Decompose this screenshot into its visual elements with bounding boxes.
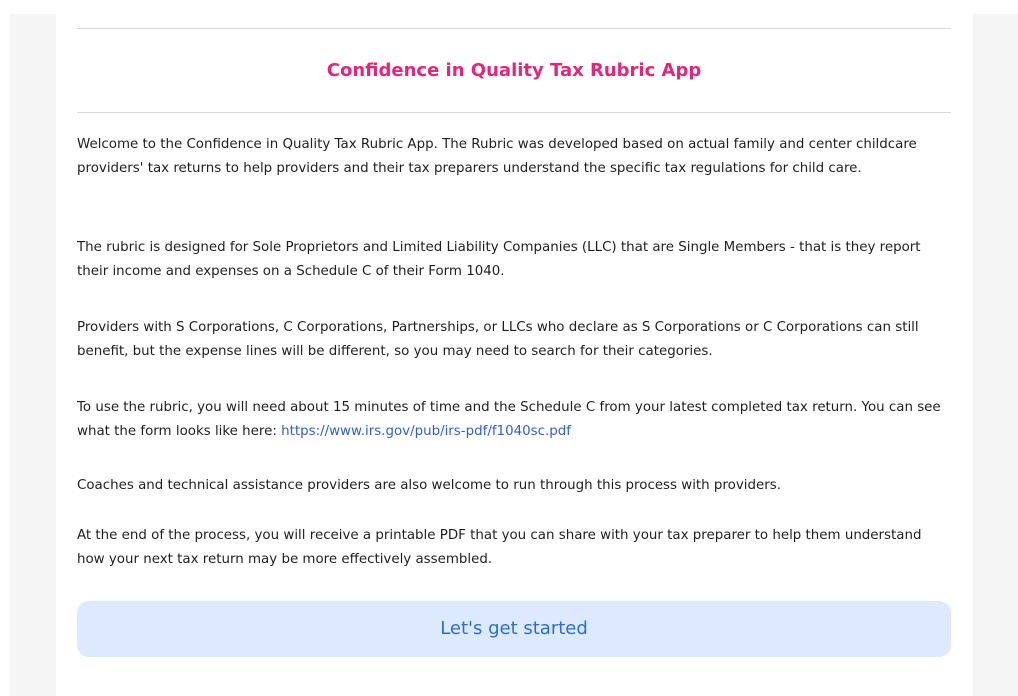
schedule-c-form-link[interactable]: https://www.irs.gov/pub/irs-pdf/f1040sc.… — [281, 424, 571, 439]
intro-paragraph-corporations: Providers with S Corporations, C Corpora… — [77, 320, 919, 359]
top-divider — [77, 28, 951, 29]
intro-paragraph-eligibility: The rubric is designed for Sole Propriet… — [77, 240, 921, 279]
left-gutter — [10, 14, 56, 696]
intro-paragraph-requirements: To use the rubric, you will need about 1… — [77, 396, 951, 444]
title-divider — [77, 112, 951, 113]
intro-paragraph-pdf: At the end of the process, you will rece… — [77, 528, 922, 567]
get-started-button[interactable]: Let's get started — [77, 601, 951, 657]
main-content: Confidence in Quality Tax Rubric App Wel… — [77, 0, 951, 696]
right-gutter — [973, 14, 1018, 696]
page-title: Confidence in Quality Tax Rubric App — [326, 60, 702, 81]
intro-paragraph-coaches: Coaches and technical assistance provide… — [77, 478, 781, 493]
intro-paragraph-welcome: Welcome to the Confidence in Quality Tax… — [77, 137, 917, 176]
